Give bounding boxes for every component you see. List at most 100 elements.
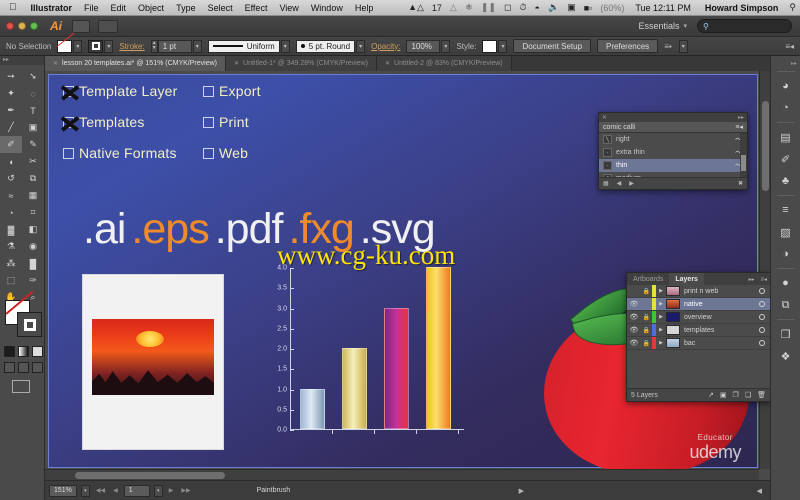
layer-name[interactable]: overview xyxy=(684,314,712,321)
pencil-tool[interactable]: ✎ xyxy=(22,136,44,153)
menu-item-view[interactable]: View xyxy=(273,3,304,13)
stroke-weight-label[interactable]: Stroke: xyxy=(113,42,150,51)
close-icon[interactable]: ✕ xyxy=(53,60,58,67)
status-expand-icon[interactable]: ▶ xyxy=(515,487,528,495)
line-segment-tool[interactable]: ╱ xyxy=(0,119,22,136)
checkbox-icon[interactable] xyxy=(203,147,214,159)
checkbox-checked-icon[interactable] xyxy=(63,85,74,97)
pathfinder-panel-icon[interactable]: ◑ xyxy=(775,244,797,264)
layer-row-bac[interactable]: 👁 🔒 ▶ bac xyxy=(627,337,770,350)
panel-menu-icon[interactable]: ≡◂ xyxy=(779,42,800,51)
style-caret[interactable]: ▾ xyxy=(498,39,508,53)
chevron-down-icon[interactable]: ▾ xyxy=(683,22,687,30)
brush-item-right[interactable]: ╲ right 〜 xyxy=(599,133,747,146)
menu-item-file[interactable]: File xyxy=(78,3,105,13)
layer-target-icon[interactable] xyxy=(759,314,765,320)
new-sublayer-icon[interactable]: ❐ xyxy=(733,391,739,399)
battery-icon[interactable]: ■▫ xyxy=(580,3,597,13)
tab-artboards[interactable]: Artboards xyxy=(627,273,669,285)
lock-icon[interactable]: 🔒 xyxy=(641,340,652,347)
opacity-caret[interactable]: ▾ xyxy=(441,39,451,53)
scrollbar-thumb[interactable] xyxy=(762,101,769,191)
panel-grab-icon[interactable]: ▸▸ xyxy=(0,56,44,65)
brush-definition-caret[interactable]: ▾ xyxy=(356,39,366,53)
chart-bar-4[interactable] xyxy=(426,267,452,429)
collapse-icon[interactable]: ▸▸ xyxy=(745,273,757,285)
checklist-item-native-formats[interactable]: Native Formats xyxy=(63,145,203,161)
free-transform-tool[interactable]: ▦ xyxy=(22,187,44,204)
bluetooth-icon[interactable]: ⚛ xyxy=(461,2,477,13)
workspace-switcher[interactable]: Essentials xyxy=(638,21,679,31)
current-tool-label[interactable]: Paintbrush xyxy=(257,487,290,494)
layers-panel[interactable]: Artboards Layers ▸▸ ≡◂ 🔒 ▶ print n web 👁… xyxy=(626,272,771,402)
align-caret[interactable]: ▾ xyxy=(678,39,688,53)
color-panel-icon[interactable]: ◕ xyxy=(775,76,797,96)
panel-close-icon[interactable]: ✕ xyxy=(602,114,607,121)
mesh-tool[interactable]: ▓ xyxy=(0,221,22,238)
blend-tool[interactable]: ◉ xyxy=(22,238,44,255)
layer-target-icon[interactable] xyxy=(759,288,765,294)
layer-name[interactable]: templates xyxy=(684,327,714,334)
brush-item-thin[interactable]: · thin 〜 xyxy=(599,159,747,172)
width-tool[interactable]: ≈ xyxy=(0,187,22,204)
eye-icon[interactable]: 👁 xyxy=(627,339,641,347)
layer-name[interactable]: native xyxy=(684,301,703,308)
lock-icon[interactable]: 🔒 xyxy=(641,314,652,321)
document-tab-1[interactable]: ✕ Untitled-1* @ 349.28% (CMYK/Preview) xyxy=(225,56,378,71)
scrollbar-thumb[interactable] xyxy=(75,472,225,479)
canvas-vertical-scrollbar[interactable] xyxy=(759,71,770,469)
layers-panel-icon[interactable]: ❖ xyxy=(775,346,797,366)
panel-menu-icon[interactable]: ≡◂ xyxy=(735,123,743,131)
spotlight-search-icon[interactable]: ⚲ xyxy=(785,2,800,13)
lasso-tool[interactable]: ◌ xyxy=(22,85,44,102)
eye-icon[interactable]: 👁 xyxy=(627,300,641,308)
draw-behind-button[interactable] xyxy=(18,362,29,373)
sunset-forest-photo[interactable] xyxy=(82,274,224,450)
graphic-style-swatch[interactable] xyxy=(482,39,498,53)
appearance-panel-icon[interactable]: ▤ xyxy=(775,127,797,147)
help-search-input[interactable]: ⚲ xyxy=(697,19,792,33)
align-panel-icon[interactable]: ≡ xyxy=(775,200,797,220)
panel-menu-icon[interactable]: ≡◂ xyxy=(757,273,770,285)
artboards-panel-icon[interactable]: ❐ xyxy=(775,324,797,344)
chart-bar-1[interactable] xyxy=(299,388,325,429)
align-icon[interactable]: ≡▪ xyxy=(658,42,678,51)
stroke-weight-caret[interactable]: ▾ xyxy=(192,39,202,53)
rotate-tool[interactable]: ↺ xyxy=(0,170,22,187)
stroke-color-box[interactable] xyxy=(17,312,42,337)
artboard-number-input[interactable]: 1 xyxy=(123,484,150,497)
chevron-right-icon[interactable]: ▶ xyxy=(656,327,666,333)
window-controls[interactable] xyxy=(0,22,38,30)
perspective-grid-tool[interactable]: ⌗ xyxy=(22,204,44,221)
chevron-right-icon[interactable]: ▶ xyxy=(656,288,666,294)
checklist-item-templates[interactable]: Templates xyxy=(63,114,203,130)
brushes-panel-tab[interactable]: comic calli ≡◂ xyxy=(599,122,747,133)
artboard-number-caret[interactable]: ▾ xyxy=(153,484,163,497)
fill-color-swatch[interactable] xyxy=(57,39,73,53)
zoom-window-button[interactable] xyxy=(30,22,38,30)
tab-layers[interactable]: Layers xyxy=(669,273,704,285)
none-button[interactable] xyxy=(32,346,43,357)
layer-target-icon[interactable] xyxy=(759,301,765,307)
chevron-right-icon[interactable]: ▶ xyxy=(656,301,666,307)
color-button[interactable] xyxy=(4,346,15,357)
minimize-window-button[interactable] xyxy=(18,22,26,30)
draw-normal-button[interactable] xyxy=(4,362,15,373)
bar-chart[interactable]: 4.0 3.5 3.0 2.5 2.0 1.5 1.0 0.5 0.0 xyxy=(264,265,464,448)
gradient-panel-icon[interactable]: ● xyxy=(775,273,797,293)
wifi-signal-icon[interactable]: ▲△ xyxy=(404,2,428,13)
previous-brush-button[interactable]: ◀ xyxy=(617,180,622,187)
document-tab-0[interactable]: ✕ lesson 20 templates.ai* @ 151% (CMYK/P… xyxy=(45,56,226,71)
chevron-right-icon[interactable]: ▶ xyxy=(656,340,666,346)
display-icon[interactable]: ◻ xyxy=(500,2,515,13)
document-tab-2[interactable]: ✕ Untitled-2 @ 83% (CMYK/Preview) xyxy=(377,56,512,71)
layer-name[interactable]: print n web xyxy=(684,288,718,295)
draw-inside-button[interactable] xyxy=(32,362,43,373)
menu-item-window[interactable]: Window xyxy=(305,3,349,13)
chart-bar-3[interactable] xyxy=(384,307,410,429)
brush-definition-select[interactable]: 5 pt. Round xyxy=(295,39,356,53)
direct-selection-tool[interactable]: ➘ xyxy=(22,68,44,85)
volume-icon[interactable]: 🔈 xyxy=(544,2,563,13)
make-mask-icon[interactable]: ▣ xyxy=(720,391,727,399)
layer-row-print-n-web[interactable]: 🔒 ▶ print n web xyxy=(627,285,770,298)
